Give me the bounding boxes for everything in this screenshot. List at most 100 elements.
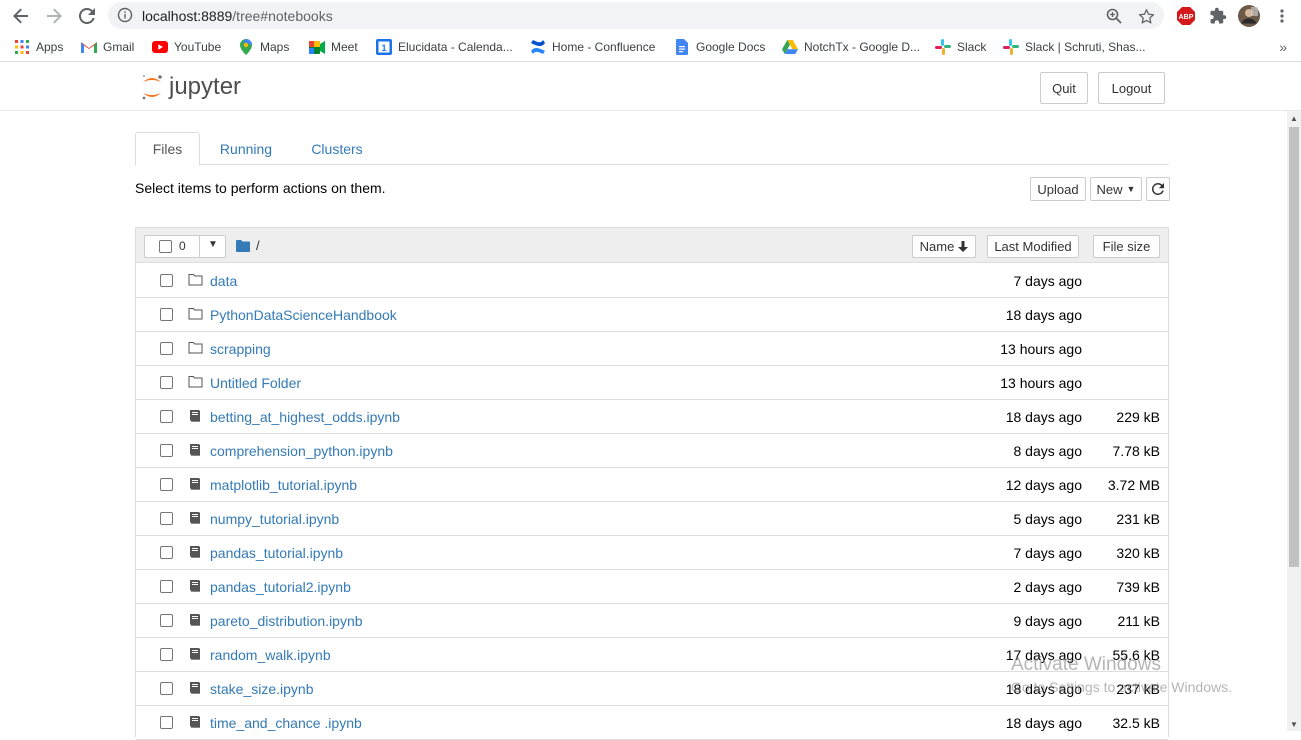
file-row[interactable]: comprehension_python.ipynb 8 days ago 7.78… [136, 434, 1168, 468]
select-all-control[interactable]: 0 ▼ [144, 235, 226, 258]
bookmark-gmail[interactable]: Gmail [81, 38, 134, 56]
file-row[interactable]: PythonDataScienceHandbook 18 days ago [136, 298, 1168, 332]
jupyter-logo[interactable]: jupyter [139, 71, 259, 105]
notebook-icon [188, 715, 204, 729]
file-name-link[interactable]: random_walk.ipynb [210, 647, 331, 663]
notebook-icon [188, 545, 204, 559]
last-modified: 8 days ago [1013, 443, 1083, 459]
file-row[interactable]: data 7 days ago [136, 264, 1168, 298]
sort-name-button[interactable]: Name [912, 235, 976, 258]
page-scrollbar[interactable]: ▲ ▼ [1287, 111, 1301, 731]
row-checkbox[interactable] [160, 308, 173, 321]
file-row[interactable]: pandas_tutorial.ipynb 7 days ago 320 kB [136, 536, 1168, 570]
zoom-icon[interactable] [1104, 6, 1124, 26]
address-bar[interactable]: localhost:8889/tree#notebooks [108, 2, 1164, 29]
caret-down-icon: ▼ [1126, 184, 1136, 194]
file-row[interactable]: Untitled Folder 13 hours ago [136, 366, 1168, 400]
file-row[interactable]: matplotlib_tutorial.ipynb 12 days ago 3.72… [136, 468, 1168, 502]
quit-button[interactable]: Quit [1040, 72, 1088, 104]
puzzle-icon[interactable] [1206, 4, 1230, 28]
bookmark-label: Meet [331, 40, 358, 54]
caret-down-icon[interactable]: ▼ [208, 239, 218, 250]
scrollbar-thumb[interactable] [1289, 127, 1299, 567]
row-checkbox[interactable] [160, 580, 173, 593]
sort-size-button[interactable]: File size [1093, 235, 1160, 258]
row-checkbox[interactable] [160, 342, 173, 355]
file-name-link[interactable]: PythonDataScienceHandbook [210, 307, 397, 323]
file-name-link[interactable]: data [210, 273, 237, 289]
bookmark-drive[interactable]: NotchTx - Google D... [782, 38, 920, 56]
row-checkbox[interactable] [160, 444, 173, 457]
breadcrumb[interactable]: / [236, 238, 260, 253]
youtube-icon [152, 39, 168, 55]
file-row[interactable]: pareto_distribution.ipynb 9 days ago 211 k… [136, 604, 1168, 638]
file-name-link[interactable]: comprehension_python.ipynb [210, 443, 393, 459]
abp-icon[interactable]: ABP [1174, 4, 1198, 28]
bookmark-maps[interactable]: Maps [238, 38, 289, 56]
refresh-button[interactable] [1146, 177, 1170, 201]
file-row[interactable]: numpy_tutorial.ipynb 5 days ago 231 kB [136, 502, 1168, 536]
reload-button[interactable] [75, 4, 99, 28]
file-row[interactable]: time_and_chance .ipynb 18 days ago 32.5 kB [136, 706, 1168, 740]
back-button[interactable] [9, 4, 33, 28]
file-name-link[interactable]: Untitled Folder [210, 375, 301, 391]
bookmark-slack-channel[interactable]: Slack | Schruti, Shas... [1003, 38, 1146, 56]
logout-button[interactable]: Logout [1098, 72, 1165, 104]
row-checkbox[interactable] [160, 376, 173, 389]
file-name-link[interactable]: time_and_chance .ipynb [210, 715, 362, 731]
sort-modified-button[interactable]: Last Modified [987, 235, 1079, 258]
file-name-link[interactable]: matplotlib_tutorial.ipynb [210, 477, 357, 493]
bookmark-label: Apps [36, 40, 64, 54]
bookmarks-overflow-icon[interactable]: » [1279, 39, 1287, 55]
scroll-down-icon[interactable]: ▼ [1290, 720, 1298, 729]
file-name-link[interactable]: numpy_tutorial.ipynb [210, 511, 339, 527]
scroll-up-icon[interactable]: ▲ [1290, 114, 1298, 123]
bookmark-docs[interactable]: Google Docs [674, 38, 765, 56]
tab-files[interactable]: Files [135, 132, 200, 166]
file-name-link[interactable]: stake_size.ipynb [210, 681, 314, 697]
row-checkbox[interactable] [160, 716, 173, 729]
profile-avatar[interactable] [1237, 4, 1261, 28]
kebab-menu-icon[interactable] [1270, 4, 1294, 28]
bookmark-slack[interactable]: Slack [935, 38, 986, 56]
row-checkbox[interactable] [160, 546, 173, 559]
row-checkbox[interactable] [160, 274, 173, 287]
file-name-link[interactable]: pareto_distribution.ipynb [210, 613, 363, 629]
upload-button[interactable]: Upload [1030, 177, 1086, 201]
notebook-icon [188, 579, 204, 593]
info-icon[interactable] [117, 7, 133, 23]
forward-button[interactable] [42, 4, 66, 28]
tab-clusters[interactable]: Clusters [299, 132, 375, 165]
bookmark-apps[interactable]: Apps [14, 38, 63, 56]
bookmark-star-icon[interactable] [1136, 6, 1156, 26]
select-all-checkbox[interactable] [159, 240, 172, 253]
bookmark-meet[interactable]: Meet [309, 38, 358, 56]
row-checkbox[interactable] [160, 512, 173, 525]
activate-windows-title: Activate Windows [1011, 654, 1161, 675]
file-row[interactable]: pandas_tutorial2.ipynb 2 days ago 739 kB [136, 570, 1168, 604]
drive-icon [782, 39, 798, 55]
new-label: New [1096, 181, 1123, 197]
bookmark-calendar[interactable]: 1 Elucidata - Calenda... [376, 38, 513, 56]
row-checkbox[interactable] [160, 614, 173, 627]
file-name-link[interactable]: pandas_tutorial.ipynb [210, 545, 343, 561]
row-checkbox[interactable] [160, 648, 173, 661]
file-name-link[interactable]: betting_at_highest_odds.ipynb [210, 409, 400, 425]
row-checkbox[interactable] [160, 682, 173, 695]
svg-text:ABP: ABP [1179, 14, 1194, 21]
bookmark-label: Maps [260, 40, 290, 54]
row-checkbox[interactable] [160, 410, 173, 423]
file-name-link[interactable]: scrapping [210, 341, 271, 357]
file-row[interactable]: scrapping 13 hours ago [136, 332, 1168, 366]
file-size: 7.78 kB [1112, 443, 1160, 459]
bookmark-youtube[interactable]: YouTube [152, 38, 221, 56]
file-row[interactable]: betting_at_highest_odds.ipynb 18 days ago… [136, 400, 1168, 434]
file-name-link[interactable]: pandas_tutorial2.ipynb [210, 579, 351, 595]
new-dropdown-button[interactable]: New ▼ [1090, 177, 1142, 201]
bookmark-label: Slack [957, 40, 987, 54]
bookmark-label: YouTube [174, 40, 222, 54]
tab-running[interactable]: Running [208, 132, 284, 165]
row-checkbox[interactable] [160, 478, 173, 491]
bookmark-confluence[interactable]: Home - Confluence [530, 38, 655, 56]
url-text[interactable]: localhost:8889/tree#notebooks [142, 8, 333, 24]
